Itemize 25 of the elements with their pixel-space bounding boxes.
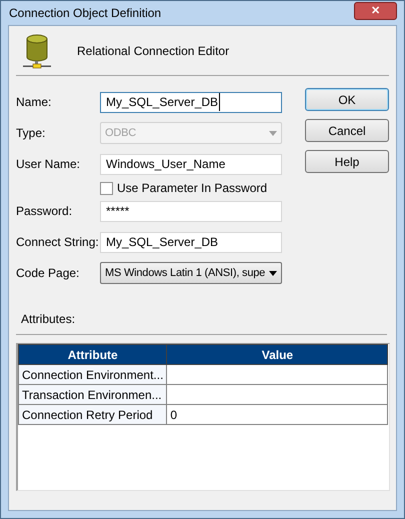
section-label: Attributes:: [21, 311, 76, 328]
field-label: Connect String:: [16, 234, 100, 251]
column-header: Value: [166, 344, 388, 364]
checkbox-label: Use Parameter In Password: [117, 180, 268, 197]
close-button[interactable]: ✕: [354, 2, 397, 20]
field-label: Name:: [16, 94, 52, 111]
dialog-button[interactable]: Help: [305, 150, 389, 173]
table-cell: Transaction Environmen...: [18, 384, 167, 404]
dialog-button[interactable]: Cancel: [305, 119, 389, 142]
table-cell: Connection Environment...: [18, 364, 167, 384]
field-label: Password:: [16, 203, 74, 220]
field-label: User Name:: [16, 156, 82, 173]
input-field[interactable]: My_SQL_Server_DB: [100, 92, 282, 112]
editor-heading: Relational Connection Editor: [77, 42, 230, 60]
table-cell: 0: [166, 404, 388, 424]
table-cell: Connection Retry Period: [18, 404, 167, 424]
input-field[interactable]: *****: [100, 200, 282, 222]
input-field[interactable]: My_SQL_Server_DB: [100, 232, 282, 252]
window-title: Connection Object Definition: [8, 5, 162, 22]
field-label: Code Page:: [16, 265, 80, 282]
dropdown[interactable]: MS Windows Latin 1 (ANSI), supe: [100, 262, 282, 284]
input-field[interactable]: Windows_User_Name: [100, 154, 282, 174]
dialog-button[interactable]: OK: [305, 88, 389, 111]
column-header: Attribute: [18, 344, 167, 364]
field-label: Type:: [16, 125, 46, 142]
